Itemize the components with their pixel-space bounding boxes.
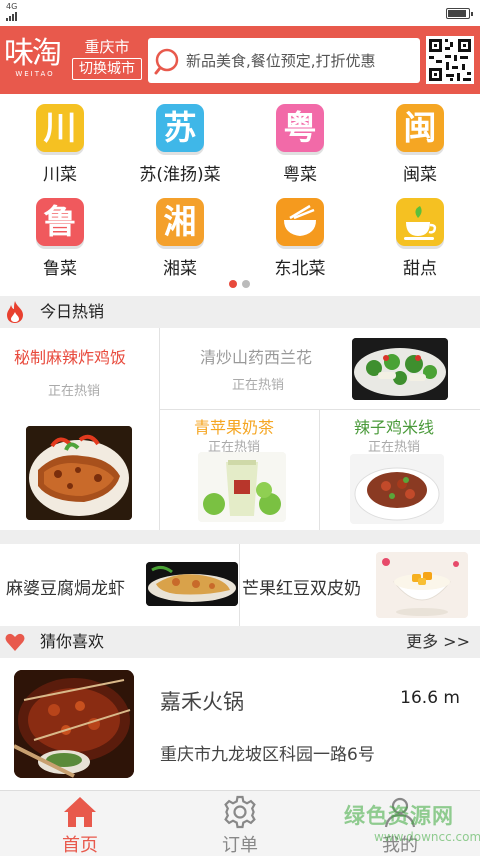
battery-icon xyxy=(446,8,473,19)
app-header: 味淘 WEITAO 重庆市 切换城市 xyxy=(0,26,480,94)
logo-text: 味淘 xyxy=(4,36,62,71)
hot-item-title: 秘制麻辣炸鸡饭 xyxy=(14,348,127,367)
category-grid: 川 川菜 苏 苏(淮扬)菜 粤 粤菜 闽 闽菜 鲁 鲁菜 湘 湘菜 东北菜 甜点 xyxy=(0,94,480,294)
sichuan-tile-icon: 川 xyxy=(36,104,84,152)
gear-icon xyxy=(224,795,256,829)
category-hunan[interactable]: 湘 湘菜 xyxy=(120,188,240,284)
heart-icon xyxy=(5,633,25,651)
mango-double-skin-milk-image xyxy=(376,552,468,618)
page-dot xyxy=(242,280,250,288)
promo-row: 麻婆豆腐焗龙虾 芒果红豆双皮奶 xyxy=(0,544,480,626)
logo-subtext: WEITAO xyxy=(15,70,55,78)
cantonese-tile-icon: 粤 xyxy=(276,104,324,152)
tab-home[interactable]: 首页 xyxy=(20,791,140,856)
user-icon xyxy=(384,797,416,828)
current-city: 重庆市 xyxy=(84,38,130,56)
restaurant-name: 嘉禾火锅 xyxy=(160,690,244,714)
hot-item-title: 辣子鸡米线 xyxy=(354,418,435,437)
mapo-tofu-lobster-image xyxy=(146,562,238,606)
tab-label: 订单 xyxy=(222,835,258,856)
flame-icon xyxy=(7,301,23,323)
hot-item-title: 青苹果奶茶 xyxy=(194,418,275,437)
page-dot-active xyxy=(229,280,237,288)
page-indicator xyxy=(229,280,250,288)
bottom-tab-bar: 首页 订单 我的 xyxy=(0,790,480,856)
promo-card[interactable]: 芒果红豆双皮奶 xyxy=(240,544,480,626)
category-huaiyang[interactable]: 苏 苏(淮扬)菜 xyxy=(120,94,240,190)
more-link[interactable]: 更多 >> xyxy=(406,626,470,658)
restaurant-list-item[interactable]: 嘉禾火锅 16.6 m 重庆市九龙坡区科园一路6号 xyxy=(0,658,480,790)
hot-item-card[interactable]: 青苹果奶茶 正在热销 xyxy=(160,410,320,530)
category-label: 甜点 xyxy=(403,259,437,279)
restaurant-distance: 16.6 m xyxy=(400,688,460,708)
category-label: 东北菜 xyxy=(274,259,326,279)
hot-item-title: 清炒山药西兰花 xyxy=(200,348,313,367)
section-title: 今日热销 xyxy=(40,302,105,321)
promo-title: 麻婆豆腐焗龙虾 xyxy=(6,579,125,599)
switch-city-button[interactable]: 切换城市 xyxy=(72,58,142,80)
hot-sales-grid: 秘制麻辣炸鸡饭 正在热销 清炒山药西兰花 正在热销 青苹果奶茶 正在热销 辣子鸡… xyxy=(0,328,480,530)
city-selector[interactable]: 重庆市 切换城市 xyxy=(72,36,142,80)
hot-item-status: 正在热销 xyxy=(368,440,421,455)
yam-broccoli-image xyxy=(352,338,448,400)
recommend-header: 猜你喜欢 更多 >> xyxy=(0,626,480,658)
hotpot-image xyxy=(14,670,134,778)
category-shandong[interactable]: 鲁 鲁菜 xyxy=(0,188,120,284)
network-type: 4G xyxy=(6,2,18,11)
hot-item-status: 正在热销 xyxy=(232,378,285,393)
hot-item-card[interactable]: 辣子鸡米线 正在热销 xyxy=(320,410,480,530)
category-label: 湘菜 xyxy=(163,259,197,279)
app-logo: 味淘 WEITAO xyxy=(4,38,66,84)
search-box[interactable] xyxy=(148,38,420,83)
signal-icon xyxy=(6,12,17,21)
category-label: 苏(淮扬)菜 xyxy=(139,165,221,185)
category-dessert[interactable]: 甜点 xyxy=(360,188,480,284)
tab-label: 我的 xyxy=(382,835,418,856)
tab-mine[interactable]: 我的 xyxy=(340,791,460,856)
bowl-icon xyxy=(276,198,324,246)
teacup-icon xyxy=(396,198,444,246)
category-label: 川菜 xyxy=(43,165,77,185)
section-title: 猜你喜欢 xyxy=(40,632,105,651)
hunan-tile-icon: 湘 xyxy=(156,198,204,246)
section-divider xyxy=(0,530,480,544)
search-icon xyxy=(154,48,179,75)
search-input[interactable] xyxy=(186,38,416,83)
fujian-tile-icon: 闽 xyxy=(396,104,444,152)
category-label: 粤菜 xyxy=(283,165,317,185)
status-bar: 4G xyxy=(0,0,480,26)
hot-item-card[interactable]: 秘制麻辣炸鸡饭 正在热销 xyxy=(0,328,160,530)
qr-code-scan-icon[interactable] xyxy=(426,36,474,84)
tab-orders[interactable]: 订单 xyxy=(180,791,300,856)
promo-card[interactable]: 麻婆豆腐焗龙虾 xyxy=(0,544,240,626)
tab-label: 首页 xyxy=(62,835,98,856)
home-icon xyxy=(64,797,96,827)
category-northeast[interactable]: 东北菜 xyxy=(240,188,360,284)
category-label: 鲁菜 xyxy=(43,259,77,279)
category-cantonese[interactable]: 粤 粤菜 xyxy=(240,94,360,190)
category-label: 闽菜 xyxy=(403,165,437,185)
hot-item-status: 正在热销 xyxy=(48,384,101,399)
promo-title: 芒果红豆双皮奶 xyxy=(242,579,361,599)
category-fujian[interactable]: 闽 闽菜 xyxy=(360,94,480,190)
apple-milk-tea-image xyxy=(198,452,286,522)
huaiyang-tile-icon: 苏 xyxy=(156,104,204,152)
spicy-chicken-noodles-image xyxy=(350,454,444,524)
fried-chicken-rice-image xyxy=(26,426,132,520)
hot-sales-header: 今日热销 xyxy=(0,296,480,328)
hot-item-card[interactable]: 清炒山药西兰花 正在热销 xyxy=(160,328,480,410)
shandong-tile-icon: 鲁 xyxy=(36,198,84,246)
restaurant-address: 重庆市九龙坡区科园一路6号 xyxy=(160,745,375,765)
category-sichuan[interactable]: 川 川菜 xyxy=(0,94,120,190)
